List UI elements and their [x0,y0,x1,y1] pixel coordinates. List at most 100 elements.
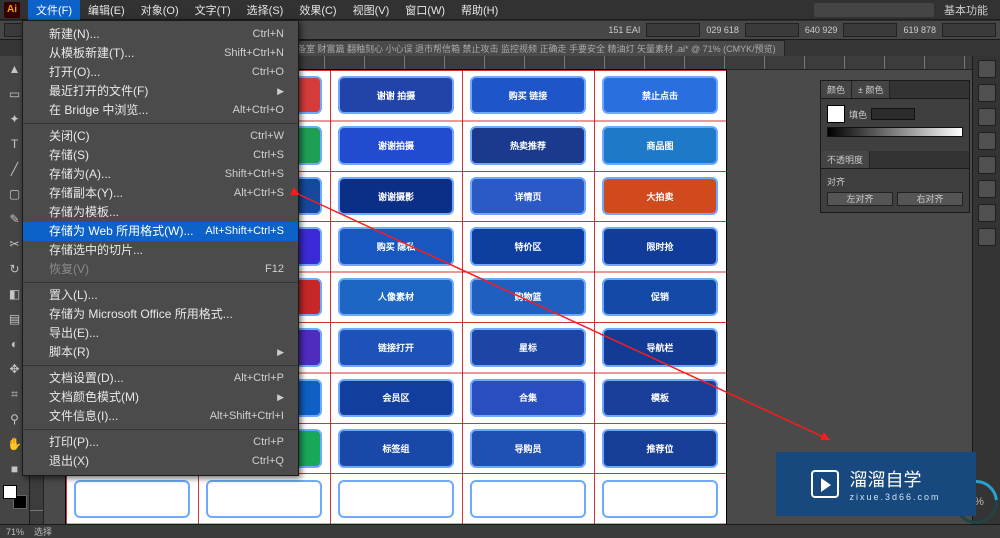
transform-readout: 619 878 [903,25,936,35]
artwork-tile[interactable]: 禁止点击 [602,76,718,114]
artwork-tile[interactable]: 模板 [602,379,718,417]
watermark-badge: 溜溜自学 zixue.3d66.com [776,452,976,516]
menu-item[interactable]: 文件信息(I)...Alt+Shift+Ctrl+I [23,407,298,426]
h-field[interactable] [942,23,996,37]
artwork-tile[interactable]: 会员区 [338,379,454,417]
dock-icon-5[interactable] [978,180,996,198]
x-field[interactable] [646,23,700,37]
y-field[interactable] [745,23,799,37]
dock-icon-7[interactable] [978,228,996,246]
menu-8[interactable]: 帮助(H) [453,0,506,21]
menu-item[interactable]: 在 Bridge 中浏览...Alt+Ctrl+O [23,101,298,120]
spectrum-bar[interactable] [827,127,963,137]
menu-item[interactable]: 存储选中的切片... [23,241,298,260]
menu-item[interactable]: 关闭(C)Ctrl+W [23,127,298,146]
fill-stroke-swatch[interactable] [3,485,27,509]
dock-icon-4[interactable] [978,156,996,174]
search-input[interactable] [814,3,934,17]
artwork-tile[interactable]: 购买 隐私 [338,227,454,265]
artwork-tile[interactable]: 链接打开 [338,328,454,366]
menu-item[interactable]: 最近打开的文件(F)▶ [23,82,298,101]
play-icon [811,470,839,498]
color-value-field[interactable] [871,108,915,120]
artwork-tile[interactable]: 标签组 [338,429,454,467]
artwork-tile[interactable]: 详情页 [470,177,586,215]
workspace-switcher[interactable]: 基本功能 [938,2,994,18]
menu-item[interactable]: 脚本(R)▶ [23,343,298,362]
artwork-tile[interactable]: 谢谢 拍摄 [338,76,454,114]
menu-item[interactable]: 新建(N)...Ctrl+N [23,25,298,44]
artwork-tile[interactable]: 星标 [470,328,586,366]
transform-readout: 640 929 [805,25,838,35]
menu-item[interactable]: 打开(O)...Ctrl+O [23,63,298,82]
artwork-tile[interactable]: 导航栏 [602,328,718,366]
menu-item[interactable]: 文档设置(D)...Alt+Ctrl+P [23,369,298,388]
panel-tab-opacity[interactable]: 不透明度 [821,151,870,168]
color-panel[interactable]: 颜色 ± 颜色 填色 不透明度 对齐 左对齐 右对齐 [820,80,970,213]
watermark-title: 溜溜自学 [849,470,921,490]
menu-item[interactable]: 存储(S)Ctrl+S [23,146,298,165]
menu-item[interactable]: 存储为模板... [23,203,298,222]
artwork-tile[interactable]: 特价区 [470,227,586,265]
menu-item[interactable]: 退出(X)Ctrl+Q [23,452,298,471]
dock-icon-0[interactable] [978,60,996,78]
artwork-tile[interactable]: 导购员 [470,429,586,467]
align-right-button[interactable]: 右对齐 [897,192,963,206]
dock-icon-3[interactable] [978,132,996,150]
artwork-tile[interactable]: 谢谢摄影 [338,177,454,215]
menu-item[interactable]: 存储为 Web 所用格式(W)...Alt+Shift+Ctrl+S [23,222,298,241]
menu-5[interactable]: 效果(C) [291,0,344,21]
menu-item[interactable]: 存储为 Microsoft Office 所用格式... [23,305,298,324]
artwork-tile[interactable]: 促销 [602,278,718,316]
artwork-tile[interactable]: 大拍卖 [602,177,718,215]
panel-tab-color[interactable]: 颜色 [821,81,852,98]
dock-icon-2[interactable] [978,108,996,126]
dock-icon-6[interactable] [978,204,996,222]
menu-item[interactable]: 存储副本(Y)...Alt+Ctrl+S [23,184,298,203]
w-field[interactable] [843,23,897,37]
menu-4[interactable]: 选择(S) [239,0,292,21]
panel-dock [972,56,1000,524]
artwork-tile[interactable]: 谢谢拍摄 [338,126,454,164]
status-info: 选择 [34,525,52,538]
artwork-tile[interactable] [74,480,190,518]
artwork-tile[interactable]: 合集 [470,379,586,417]
menu-item[interactable]: 导出(E)... [23,324,298,343]
menu-item[interactable]: 置入(L)... [23,286,298,305]
file-menu-dropdown: 新建(N)...Ctrl+N从模板新建(T)...Shift+Ctrl+N打开(… [22,20,299,476]
menu-7[interactable]: 窗口(W) [397,0,453,21]
transform-readout: 151 EAI [608,25,640,35]
menu-item[interactable]: 打印(P)...Ctrl+P [23,433,298,452]
menu-6[interactable]: 视图(V) [345,0,398,21]
artwork-tile[interactable] [602,480,718,518]
app-badge-icon: Ai [4,2,20,18]
menu-bar: Ai 文件(F)编辑(E)对象(O)文字(T)选择(S)效果(C)视图(V)窗口… [0,0,1000,20]
align-label: 对齐 [827,175,845,188]
artwork-tile[interactable] [206,480,322,518]
artwork-tile[interactable]: 限时抢 [602,227,718,265]
menu-2[interactable]: 对象(O) [133,0,187,21]
menu-item: 恢复(V)F12 [23,260,298,279]
artwork-tile[interactable]: 推荐位 [602,429,718,467]
fill-swatch[interactable] [827,105,845,123]
align-left-button[interactable]: 左对齐 [827,192,893,206]
menu-item[interactable]: 从模板新建(T)...Shift+Ctrl+N [23,44,298,63]
menu-item[interactable]: 文档颜色模式(M)▶ [23,388,298,407]
watermark-subtitle: zixue.3d66.com [849,492,940,502]
panel-tab-color2[interactable]: ± 颜色 [852,81,890,98]
menu-3[interactable]: 文字(T) [187,0,239,21]
artwork-tile[interactable]: 人像素材 [338,278,454,316]
zoom-level[interactable]: 71% [6,527,24,537]
artwork-tile[interactable]: 购物篮 [470,278,586,316]
artwork-tile[interactable]: 购买 链接 [470,76,586,114]
menu-1[interactable]: 编辑(E) [80,0,133,21]
transform-readout: 029 618 [706,25,739,35]
dock-icon-1[interactable] [978,84,996,102]
artwork-tile[interactable]: 商品图 [602,126,718,164]
artwork-tile[interactable] [470,480,586,518]
artwork-tile[interactable] [338,480,454,518]
artwork-tile[interactable]: 热卖推荐 [470,126,586,164]
menu-item[interactable]: 存储为(A)...Shift+Ctrl+S [23,165,298,184]
fill-label: 填色 [849,108,867,121]
menu-0[interactable]: 文件(F) [28,0,80,21]
